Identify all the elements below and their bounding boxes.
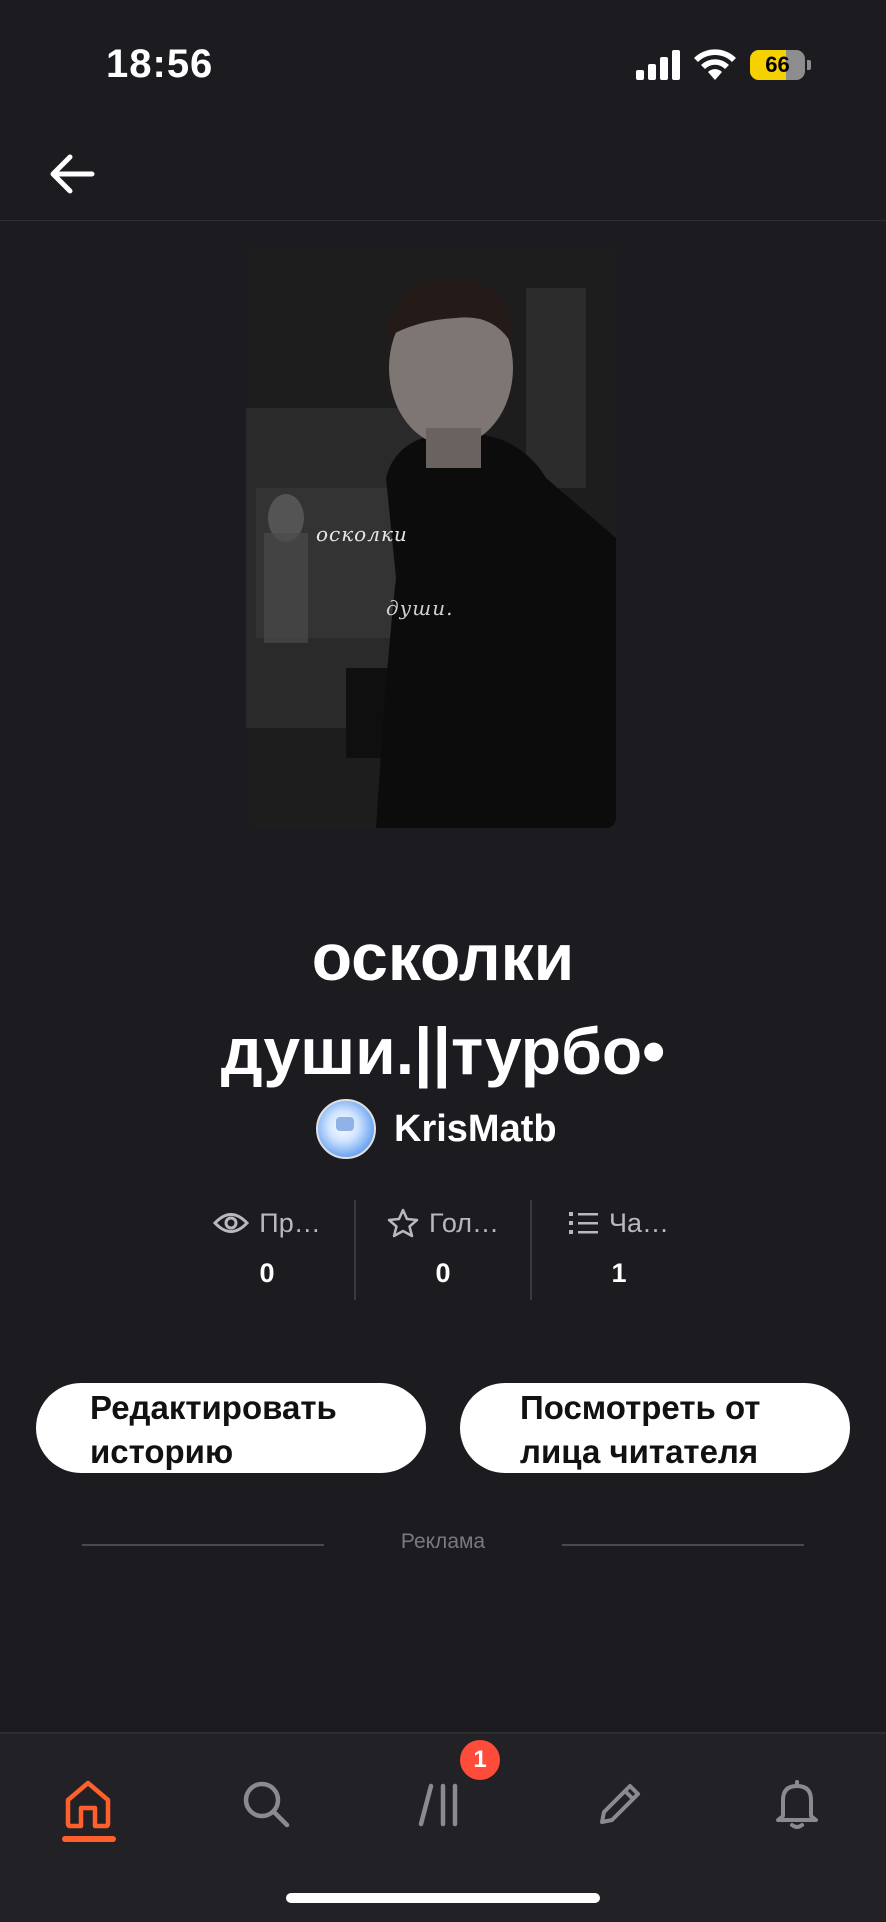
edit-story-button[interactable]: Редактировать историю [36, 1383, 426, 1473]
author-name: KrisMatb [394, 1107, 557, 1150]
reader-preview-button[interactable]: Посмотреть от лица читателя [460, 1383, 850, 1473]
library-icon [418, 1783, 458, 1827]
status-bar: 18:56 66 [0, 0, 886, 130]
stat-parts-label: Ча… [608, 1207, 669, 1238]
stat-votes-value: 0 [435, 1258, 451, 1288]
top-bar [0, 130, 886, 221]
ad-divider: Реклама [82, 1530, 804, 1560]
back-button[interactable] [40, 142, 104, 206]
eye-icon [213, 1213, 250, 1233]
tab-notifications[interactable] [757, 1764, 837, 1844]
story-stats: Пр… 0 Гол… 0 Ча… 1 [180, 1200, 706, 1300]
stat-reads: Пр… 0 [180, 1200, 354, 1300]
story-title-line2: души.||турбо• [220, 1014, 666, 1088]
arrow-left-icon [50, 154, 95, 194]
cover-image [246, 248, 616, 828]
author-link[interactable]: KrisMatb [316, 1099, 557, 1159]
wifi-icon [694, 49, 736, 80]
avatar [316, 1099, 376, 1159]
stat-parts: Ча… 1 [530, 1200, 706, 1300]
stat-votes-label: Гол… [429, 1207, 499, 1238]
status-time: 18:56 [106, 42, 214, 86]
home-icon [65, 1780, 111, 1829]
stat-reads-label: Пр… [259, 1207, 321, 1238]
reader-preview-label-line1: Посмотреть от [520, 1389, 761, 1426]
signal-icon [636, 50, 680, 80]
star-icon [387, 1208, 419, 1238]
story-cover[interactable]: осколки души. [246, 248, 616, 828]
pencil-icon [600, 1784, 640, 1824]
edit-story-label-line2: историю [90, 1433, 234, 1470]
stat-reads-value: 0 [259, 1258, 275, 1288]
active-tab-indicator [62, 1836, 116, 1842]
reader-preview-label-line2: лица читателя [520, 1433, 759, 1470]
battery-indicator: 66 [750, 50, 812, 80]
edit-story-label-line1: Редактировать [90, 1389, 337, 1426]
story-title: осколки души.||турбо• [100, 910, 786, 1098]
search-icon [243, 1781, 290, 1828]
story-title-line1: осколки [311, 920, 575, 994]
ad-divider-right [562, 1544, 804, 1546]
battery-level: 66 [765, 52, 790, 77]
ad-label: Реклама [400, 1530, 486, 1553]
stat-votes: Гол… 0 [354, 1200, 530, 1300]
bell-icon [776, 1780, 818, 1829]
tab-write[interactable] [580, 1764, 660, 1844]
home-indicator-bar [286, 1893, 600, 1903]
list-icon [568, 1212, 598, 1234]
tab-home[interactable] [48, 1764, 128, 1844]
cover-title-line1: осколки [316, 522, 408, 546]
cover-title-line2: души. [386, 596, 454, 620]
tab-search[interactable] [226, 1764, 306, 1844]
notification-badge: 1 [460, 1740, 500, 1780]
stat-parts-value: 1 [611, 1258, 627, 1288]
